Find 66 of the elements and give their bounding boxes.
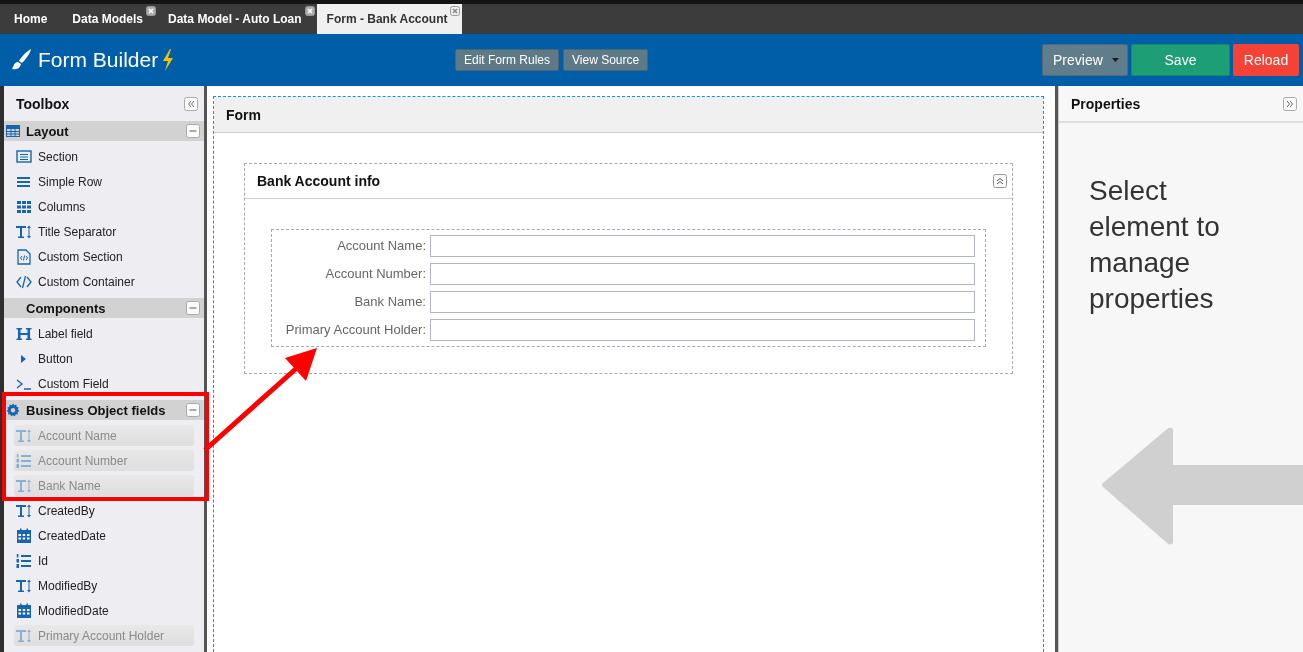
tab[interactable]: Data Models [62, 4, 159, 34]
input-field[interactable] [430, 263, 975, 285]
field-label: Account Number: [324, 267, 426, 281]
input-field[interactable] [430, 291, 975, 313]
toolbox-item[interactable]: CreatedDate [14, 525, 194, 546]
text-icon [16, 427, 32, 444]
group-title: Components [25, 300, 107, 316]
text-icon [16, 223, 32, 240]
grid-icon [16, 198, 32, 215]
panel-title: Toolbox [16, 95, 70, 112]
text-icon [16, 577, 32, 594]
calendar-icon [16, 527, 32, 544]
tab[interactable]: Home [4, 4, 63, 34]
toolbox-item[interactable]: Section [14, 146, 194, 167]
expand-icon[interactable] [1283, 96, 1297, 111]
close-icon[interactable] [146, 6, 157, 16]
input-field[interactable] [430, 235, 975, 257]
caret-icon [1112, 58, 1119, 62]
collapse-icon[interactable] [184, 96, 198, 111]
panel-title: Properties [1071, 95, 1141, 112]
collapse-icon[interactable] [186, 124, 200, 138]
group-title: Business Object fields [26, 402, 167, 418]
toolbox-item[interactable]: Title Separator [14, 221, 194, 242]
toolbox-item[interactable]: Custom Field [14, 373, 194, 394]
toolbox-item[interactable]: Id [14, 550, 194, 571]
toolbar-button[interactable]: Edit Form Rules [455, 49, 560, 71]
numbered-list-icon [16, 452, 32, 469]
toolbox-item[interactable]: Custom Container [14, 271, 194, 292]
toolbox-item[interactable]: Simple Row [14, 171, 194, 192]
code-file-icon [16, 248, 32, 265]
field-label: Account Name: [336, 239, 426, 253]
tab[interactable]: Form - Bank Account [316, 4, 463, 34]
close-icon[interactable] [304, 6, 315, 16]
empty-message: Select element to manage properties [1089, 174, 1221, 316]
toolbar-button[interactable]: View Source [563, 49, 649, 71]
toolbox-item[interactable]: ModifiedBy [14, 575, 194, 596]
section-title: Bank Account info [257, 173, 381, 189]
app-title: Form Builder [38, 48, 159, 72]
collapse-icon[interactable] [993, 174, 1007, 188]
text-icon [16, 627, 32, 644]
dropdown-button[interactable]: Preview [1042, 44, 1128, 76]
tab[interactable]: Data Model - Auto Loan [158, 4, 317, 34]
toolbox-item[interactable]: Custom Section [14, 246, 194, 267]
field-label: Bank Name: [353, 295, 426, 309]
paintbrush-icon [10, 48, 32, 72]
action-button[interactable]: Reload [1233, 44, 1299, 76]
field-label: Primary Account Holder: [284, 323, 426, 337]
code-icon [16, 273, 32, 290]
numbered-list-icon [16, 552, 32, 569]
text-icon [16, 477, 32, 494]
form-title: Form [214, 97, 1043, 133]
calendar-icon [16, 602, 32, 619]
table-icon [6, 124, 20, 138]
section-icon [16, 148, 32, 165]
toolbox-item[interactable]: ModifiedDate [14, 600, 194, 621]
heading-icon [16, 325, 32, 342]
text-icon [16, 502, 32, 519]
toolbox-item[interactable]: Label field [14, 323, 194, 344]
collapse-icon[interactable] [186, 301, 200, 315]
toolbox-item[interactable]: Columns [14, 196, 194, 217]
lightning-icon [162, 49, 175, 71]
toolbox-item[interactable]: Button [14, 348, 194, 369]
toolbox-item[interactable]: CreatedBy [14, 500, 194, 521]
input-field[interactable] [430, 319, 975, 341]
group-title: Layout [26, 123, 70, 139]
collapse-icon[interactable] [186, 403, 200, 417]
